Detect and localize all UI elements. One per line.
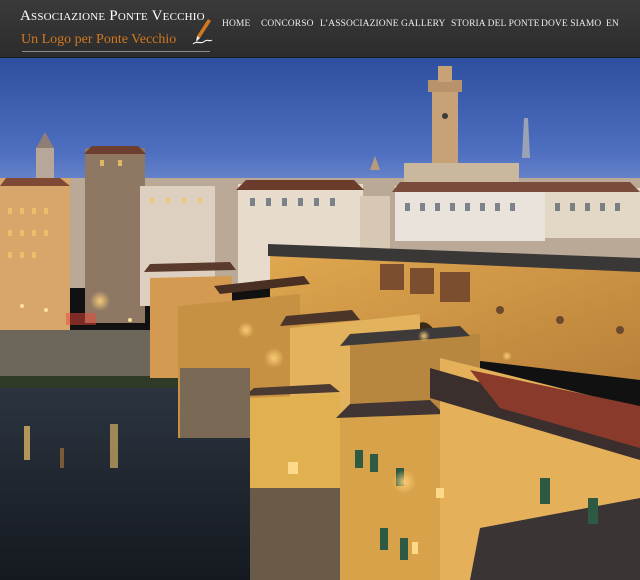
logo-underline: [22, 51, 210, 52]
nav-concorso[interactable]: CONCORSO: [261, 19, 314, 29]
site-logo[interactable]: Associazione Ponte Vecchio Un Logo per P…: [20, 8, 214, 56]
nav-gallery[interactable]: GALLERY: [401, 19, 446, 29]
nav-associazione[interactable]: L’ASSOCIAZIONE: [320, 19, 399, 29]
ponte-vecchio-photo: [0, 58, 640, 580]
site-title: Associazione Ponte Vecchio: [20, 8, 205, 24]
nav-storia-del-ponte[interactable]: STORIA DEL PONTE: [451, 19, 540, 29]
hero-image: [0, 58, 640, 580]
nav-dove-siamo[interactable]: DOVE SIAMO: [541, 19, 601, 29]
pen-icon: [192, 19, 213, 45]
site-subtitle: Un Logo per Ponte Vecchio: [21, 32, 177, 47]
nav-home[interactable]: HOME: [222, 19, 250, 29]
site-header: Associazione Ponte Vecchio Un Logo per P…: [0, 0, 640, 58]
nav-en[interactable]: EN: [606, 19, 619, 29]
